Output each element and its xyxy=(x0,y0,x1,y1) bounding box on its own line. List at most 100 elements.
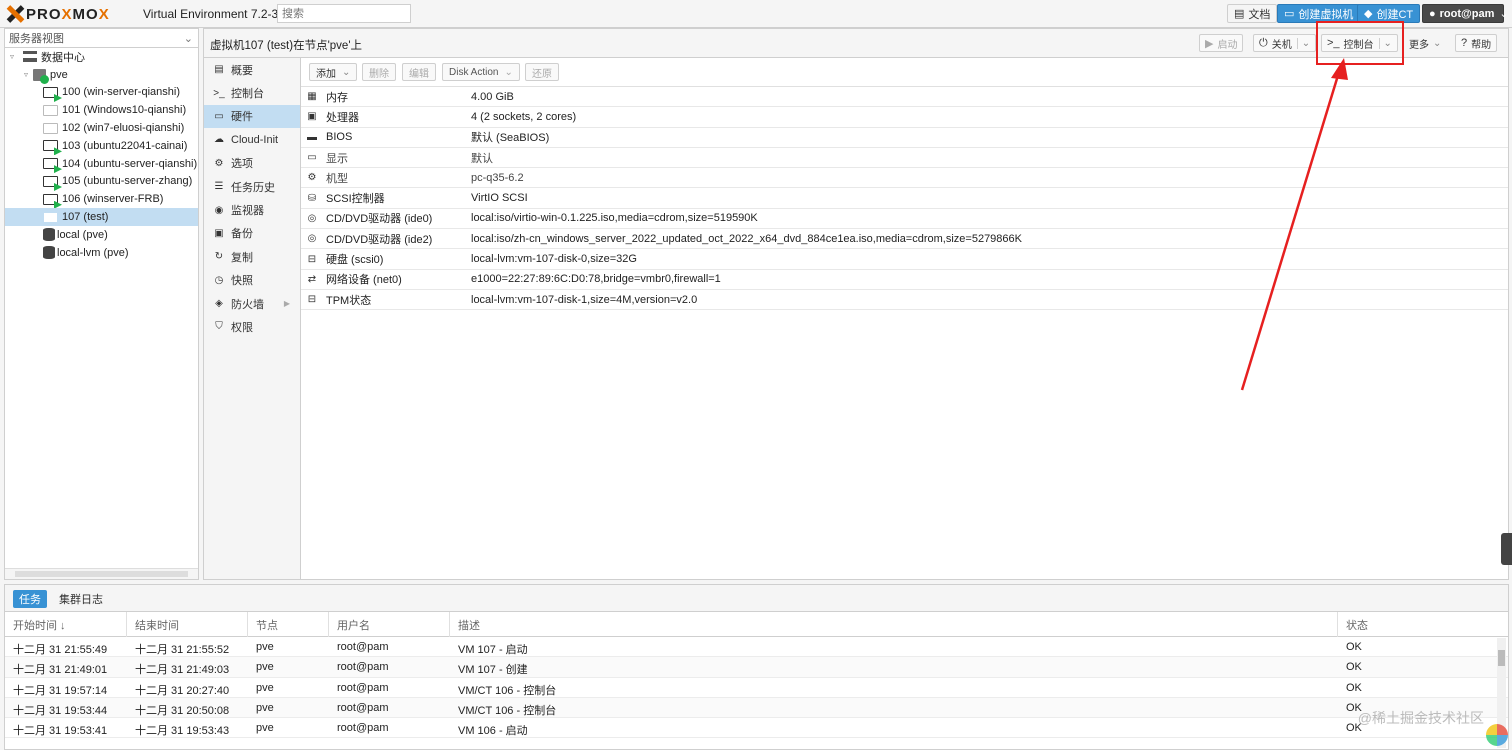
tree-item-vm-105[interactable]: 105 (ubuntu-server-zhang) xyxy=(5,173,198,191)
add-button[interactable]: 添加 ⌄ xyxy=(309,63,358,81)
vm-stopped-icon xyxy=(43,122,58,134)
help-button[interactable]: ? 帮助 xyxy=(1455,34,1498,52)
nav-firewall[interactable]: ◈ 防火墙 ▶ xyxy=(204,292,300,315)
vm-icon xyxy=(43,211,58,223)
nav-monitor[interactable]: ◉ 监视器 xyxy=(204,198,300,221)
side-panel-handle[interactable] xyxy=(1501,533,1512,565)
shield-icon: ◈ xyxy=(215,298,223,310)
proxmox-logo: PROXMOX xyxy=(6,4,110,24)
main-header: 虚拟机107 (test)在节点'pve'上 ▶ 启动 ⏻ 关机 ⌄ >_ 控制台 ⌄ 更… xyxy=(204,29,1508,58)
cloud-icon: ☁ xyxy=(214,134,224,146)
nav-permissions[interactable]: ⛉ 权限 xyxy=(204,315,300,338)
tree-item-storage-local-lvm[interactable]: local-lvm (pve) xyxy=(5,244,198,262)
tree-item-vm-104[interactable]: 104 (ubuntu-server-qianshi) xyxy=(5,155,198,174)
vm-nav: ▤ 概要 >_ 控制台 ▭ 硬件 ☁ Cloud-Init ⚙ 选项 ☰ 任务历史 ◉ 监视器… xyxy=(204,58,301,579)
shutdown-button[interactable]: ⏻ 关机 ⌄ xyxy=(1253,34,1317,52)
nav-summary[interactable]: ▤ 概要 xyxy=(204,58,300,81)
tree-item-vm-107[interactable]: 107 (test) xyxy=(5,208,198,226)
tree-item-storage-local[interactable]: local (pve) xyxy=(5,226,198,244)
tree-item-vm-103[interactable]: 103 (ubuntu22041-cainai) xyxy=(5,137,198,156)
hardware-row-machine[interactable]: ⚙ 机型 pc-q35-6.2 xyxy=(301,168,1508,189)
node-icon xyxy=(33,68,49,84)
hardware-row-scsi-controller[interactable]: ⛁ SCSI控制器 VirtIO SCSI xyxy=(301,188,1508,209)
tab-tasks[interactable]: 任务 xyxy=(13,590,47,608)
list-icon: ☰ xyxy=(214,181,224,193)
edit-button[interactable]: 编辑 xyxy=(402,63,436,81)
horizontal-scrollbar[interactable] xyxy=(5,568,198,579)
app-version: Virtual Environment 7.2-3 xyxy=(143,7,279,21)
more-button[interactable]: 更多 ⌄ xyxy=(1404,34,1446,52)
table-row[interactable]: 十二月 31 19:53:41 十二月 31 19:53:43 pve root@pa… xyxy=(5,718,1508,739)
revert-button[interactable]: 还原 xyxy=(525,63,559,81)
nav-snapshots[interactable]: ◷ 快照 xyxy=(204,269,300,292)
remove-button[interactable]: 删除 xyxy=(362,63,396,81)
nav-options[interactable]: ⚙ 选项 xyxy=(204,152,300,175)
hardware-row-processor[interactable]: ▣ 处理器 4 (2 sockets, 2 cores) xyxy=(301,107,1508,128)
datacenter-icon xyxy=(23,51,37,63)
hardware-row-display[interactable]: ▭ 显示 默认 xyxy=(301,148,1508,169)
hardware-row-cdrom-ide0[interactable]: ◎ CD/DVD驱动器 (ide0) local:iso/virtio-win-0.… xyxy=(301,209,1508,230)
vm-running-icon xyxy=(43,175,62,191)
hardware-row-bios[interactable]: ▬ BIOS 默认 (SeaBIOS) xyxy=(301,128,1508,148)
terminal-icon: >_ xyxy=(213,87,225,99)
storage-icon xyxy=(43,228,55,242)
vm-running-icon xyxy=(43,193,62,209)
chevron-down-icon: ⌄ xyxy=(1296,37,1310,49)
tree-item-datacenter[interactable]: ▿ 数据中心 xyxy=(5,48,198,66)
vm-running-icon xyxy=(43,86,62,102)
hardware-row-hard-disk[interactable]: ⊟ 硬盘 (scsi0) local-lvm:vm-107-disk-0,size=… xyxy=(301,249,1508,270)
table-row[interactable]: 十二月 31 19:57:14 十二月 31 20:27:40 pve root@pa… xyxy=(5,678,1508,698)
cdrom-icon: ◎ xyxy=(307,233,317,245)
start-button[interactable]: ▶ 启动 xyxy=(1199,34,1244,52)
table-row[interactable]: 十二月 31 19:53:44 十二月 31 20:50:08 pve root@pa… xyxy=(5,697,1508,719)
column-start-time[interactable]: 开始时间 ↓ xyxy=(5,612,127,637)
table-row[interactable]: 十二月 31 21:49:01 十二月 31 21:49:03 pve root@pa… xyxy=(5,657,1508,678)
nav-hardware[interactable]: ▭ 硬件 xyxy=(204,104,300,129)
column-description[interactable]: 描述 xyxy=(450,612,1338,637)
cdrom-icon: ◎ xyxy=(307,212,317,224)
tree-item-vm-100[interactable]: 100 (win-server-qianshi) xyxy=(5,84,198,102)
book-icon: ▤ xyxy=(1234,8,1245,20)
column-end-time[interactable]: 结束时间 xyxy=(127,612,248,637)
hardware-content: 添加 ⌄ 删除 编辑 Disk Action ⌄ 还原 ▦ 内存 4.00 GiB ▣ 处… xyxy=(301,58,1508,579)
tree-item-vm-102[interactable]: 102 (win7-eluosi-qianshi) xyxy=(5,119,198,137)
history-icon: ◷ xyxy=(214,274,224,286)
monitor-icon: ▭ xyxy=(214,110,224,122)
storage-icon xyxy=(43,246,55,260)
chevron-down-icon: ⌄ xyxy=(342,66,351,78)
annotation-highlight-box xyxy=(1316,21,1404,65)
monitor-icon: ▭ xyxy=(1284,8,1295,20)
search-input[interactable] xyxy=(277,4,411,23)
tab-cluster-log[interactable]: 集群日志 xyxy=(53,590,109,608)
hardware-row-network[interactable]: ⇄ 网络设备 (net0) e1000=22:27:89:6C:D0:78,brid… xyxy=(301,270,1508,290)
logo-x-icon xyxy=(6,5,24,23)
chevron-down-icon: ⌄ xyxy=(1433,37,1442,49)
tree-item-vm-106[interactable]: 106 (winserver-FRB) xyxy=(5,190,198,209)
hardware-row-cdrom-ide2[interactable]: ◎ CD/DVD驱动器 (ide2) local:iso/zh-cn_windows… xyxy=(301,229,1508,250)
microchip-icon: ▬ xyxy=(307,131,317,143)
nav-backup[interactable]: ▣ 备份 xyxy=(204,222,300,245)
tree-item-node-pve[interactable]: ▿ pve xyxy=(5,66,198,84)
column-user[interactable]: 用户名 xyxy=(329,612,450,637)
column-node[interactable]: 节点 xyxy=(248,612,329,637)
nav-task-history[interactable]: ☰ 任务历史 xyxy=(204,175,300,198)
nav-console[interactable]: >_ 控制台 xyxy=(204,81,300,104)
column-status[interactable]: 状态 xyxy=(1338,612,1498,637)
hardware-row-tpm[interactable]: ⊟ TPM状态 local-lvm:vm-107-disk-1,size=4M,ve… xyxy=(301,290,1508,311)
desktop-icon: ▭ xyxy=(307,152,317,164)
chevron-right-icon: ▶ xyxy=(283,299,290,309)
chevron-down-icon: ⌄ xyxy=(1499,8,1509,20)
hardware-row-memory[interactable]: ▦ 内存 4.00 GiB xyxy=(301,87,1508,108)
unlock-icon: ⛉ xyxy=(215,321,223,333)
nav-replication[interactable]: ↻ 复制 xyxy=(204,245,300,268)
disk-action-button[interactable]: Disk Action ⌄ xyxy=(442,63,520,81)
tree-item-vm-101[interactable]: 101 (Windows10-qianshi) xyxy=(5,101,198,119)
nav-cloud-init[interactable]: ☁ Cloud-Init xyxy=(204,128,300,151)
collapse-icon[interactable]: ▿ xyxy=(7,52,17,61)
table-row[interactable]: 十二月 31 21:55:49 十二月 31 21:55:52 pve root@pa… xyxy=(5,637,1508,658)
docs-button[interactable]: ▤ 文档 xyxy=(1227,4,1278,23)
user-menu-button[interactable]: ● root@pam ⌄ xyxy=(1422,4,1509,23)
view-selector[interactable]: 服务器视图 ⌄ xyxy=(5,29,198,48)
collapse-icon[interactable]: ▿ xyxy=(21,70,31,79)
play-icon: ▶ xyxy=(1205,37,1214,50)
